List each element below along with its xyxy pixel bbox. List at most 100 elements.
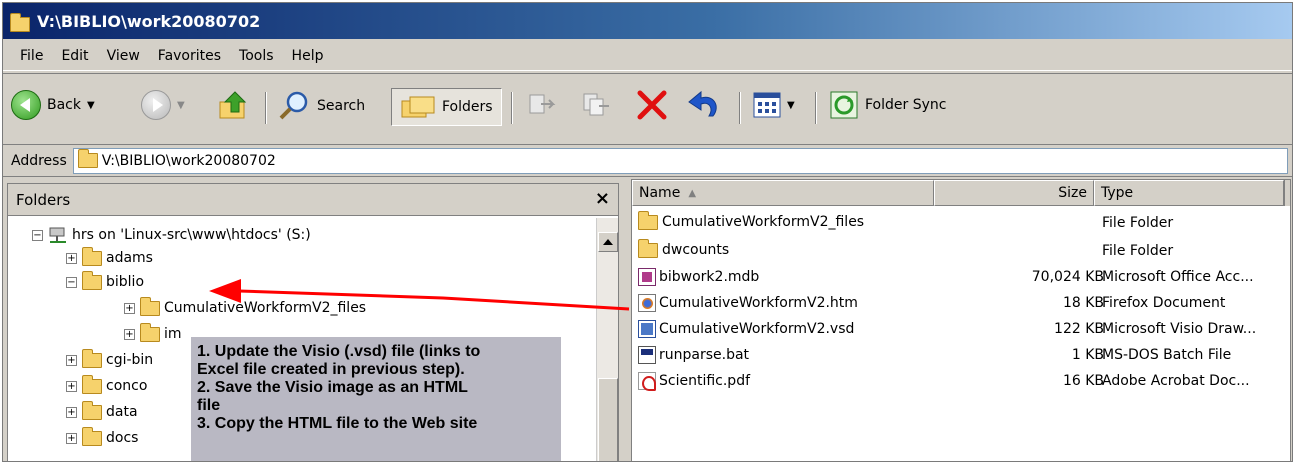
file-name: CumulativeWorkformV2.htm — [659, 295, 858, 311]
folders-pane-title: Folders — [16, 190, 71, 209]
views-button[interactable]: ▼ — [753, 92, 795, 118]
collapse-icon[interactable]: − — [66, 276, 77, 288]
folder-icon — [82, 348, 102, 368]
column-type-label: Type — [1101, 185, 1134, 201]
column-name-label: Name — [639, 185, 681, 201]
tree-node-label: hrs on 'Linux-src\www\htdocs' (S:) — [72, 227, 311, 243]
forward-arrow-icon — [141, 90, 171, 120]
expand-icon[interactable]: + — [66, 354, 77, 366]
folder-icon — [82, 246, 102, 266]
tree-node-cumulativeworkformv2-files[interactable]: + CumulativeWorkformV2_files — [124, 296, 366, 316]
menu-bar: File Edit View Favorites Tools Help — [3, 41, 1292, 71]
scrollbar-thumb[interactable] — [598, 378, 618, 461]
folder-icon — [638, 210, 658, 230]
file-row[interactable]: Scientific.pdf 16 KB Adobe Acrobat Doc..… — [632, 370, 1290, 394]
back-button[interactable]: Back ▼ — [11, 90, 95, 120]
expand-icon[interactable]: + — [66, 432, 77, 444]
address-bar: Address V:\BIBLIO\work20080702 — [3, 145, 1292, 177]
tree-node-docs[interactable]: + docs — [66, 426, 138, 446]
undo-button[interactable] — [687, 88, 723, 122]
file-row[interactable]: CumulativeWorkformV2.vsd 122 KB Microsof… — [632, 318, 1290, 342]
search-magnifier-icon — [279, 91, 308, 120]
file-row[interactable]: dwcounts File Folder — [632, 238, 1290, 264]
tree-node-biblio[interactable]: − biblio — [66, 270, 145, 290]
folders-vertical-scrollbar[interactable] — [596, 218, 618, 461]
scroll-up-arrow-icon — [603, 239, 613, 245]
expand-icon[interactable]: + — [124, 302, 135, 314]
expand-icon[interactable]: + — [66, 380, 77, 392]
file-type: Microsoft Office Acc... — [1102, 269, 1254, 285]
close-folders-pane-icon[interactable]: × — [595, 188, 610, 209]
header-overflow-edge — [1284, 180, 1290, 206]
back-arrow-icon — [11, 90, 41, 120]
file-type: File Folder — [1102, 243, 1174, 259]
views-dropdown-icon[interactable]: ▼ — [787, 100, 795, 111]
column-header-name[interactable]: Name ▲ — [632, 180, 934, 206]
tree-node-cgi-bin[interactable]: + cgi-bin — [66, 348, 153, 368]
scroll-up-button[interactable] — [598, 232, 618, 252]
expand-icon[interactable]: + — [124, 328, 135, 340]
instruction-line: 3. Copy the HTML file to the Web site — [197, 415, 478, 432]
file-name: runparse.bat — [659, 347, 750, 363]
tree-node-conco[interactable]: + conco — [66, 374, 148, 394]
up-folder-button[interactable] — [217, 88, 251, 122]
back-dropdown-icon[interactable]: ▼ — [87, 100, 95, 111]
toolbar-separator — [815, 92, 817, 124]
folder-sync-button[interactable]: Folder Sync — [829, 90, 946, 120]
expand-icon[interactable]: + — [66, 406, 77, 418]
toolbar-separator — [739, 92, 741, 124]
tree-node-label: adams — [106, 250, 153, 266]
expand-icon[interactable]: + — [66, 252, 77, 264]
forward-button[interactable]: ▼ — [141, 90, 185, 120]
toolbar-separator — [265, 92, 267, 124]
tree-node-data[interactable]: + data — [66, 400, 138, 420]
folder-sync-icon — [830, 91, 858, 119]
file-name: Scientific.pdf — [659, 373, 751, 389]
tree-node-label: data — [106, 404, 138, 420]
file-row[interactable]: runparse.bat 1 KB MS-DOS Batch File — [632, 344, 1290, 368]
instruction-line: Excel file created in previous step). — [197, 361, 465, 378]
column-header-size[interactable]: Size — [934, 180, 1094, 206]
tree-node-label: biblio — [106, 274, 145, 290]
folders-pane-header: Folders × — [8, 184, 618, 216]
file-row[interactable]: bibwork2.mdb 70,024 KB Microsoft Office … — [632, 266, 1290, 290]
batch-file-icon — [638, 346, 656, 364]
file-size: 122 KB — [1054, 321, 1104, 337]
address-label: Address — [11, 152, 67, 169]
menu-file[interactable]: File — [11, 46, 52, 66]
file-size: 1 KB — [1071, 347, 1104, 363]
tree-node-label: conco — [106, 378, 148, 394]
tree-node-label: im — [164, 326, 182, 342]
column-size-label: Size — [1058, 185, 1087, 201]
search-label: Search — [317, 98, 366, 114]
folder-icon — [140, 296, 160, 316]
copy-to-button[interactable] — [581, 90, 611, 120]
menu-tools[interactable]: Tools — [230, 46, 283, 66]
address-input[interactable]: V:\BIBLIO\work20080702 — [72, 147, 1288, 174]
move-to-button[interactable] — [527, 90, 557, 120]
file-row[interactable]: CumulativeWorkformV2.htm 18 KB Firefox D… — [632, 292, 1290, 316]
search-button[interactable]: Search — [277, 90, 365, 122]
folder-icon — [82, 374, 102, 394]
menu-view[interactable]: View — [98, 46, 149, 66]
folders-button[interactable]: Folders — [391, 88, 502, 126]
menu-favorites[interactable]: Favorites — [149, 46, 230, 66]
delete-button[interactable] — [635, 88, 669, 122]
menu-help[interactable]: Help — [283, 46, 333, 66]
pane-splitter[interactable] — [621, 183, 629, 461]
menu-edit[interactable]: Edit — [52, 46, 97, 66]
column-header-type[interactable]: Type — [1094, 180, 1284, 206]
toolbar-separator — [511, 92, 513, 124]
folder-icon — [140, 322, 160, 342]
collapse-icon[interactable]: − — [32, 229, 43, 241]
tree-node-im[interactable]: + im — [124, 322, 182, 342]
access-db-icon — [638, 268, 656, 286]
tree-node-adams[interactable]: + adams — [66, 246, 153, 266]
file-list-pane: Name ▲ Size Type CumulativeWorkformV2_fi… — [631, 179, 1291, 461]
instruction-line: 1. Update the Visio (.vsd) file (links t… — [197, 343, 481, 360]
back-label: Back — [47, 97, 81, 113]
tree-node-hrs-drive[interactable]: − hrs on 'Linux-src\www\htdocs' (S:) — [32, 226, 311, 244]
title-bar[interactable]: V:\BIBLIO\work20080702 — [3, 3, 1292, 39]
file-row[interactable]: CumulativeWorkformV2_files File Folder — [632, 210, 1290, 236]
forward-dropdown-icon[interactable]: ▼ — [177, 100, 185, 111]
